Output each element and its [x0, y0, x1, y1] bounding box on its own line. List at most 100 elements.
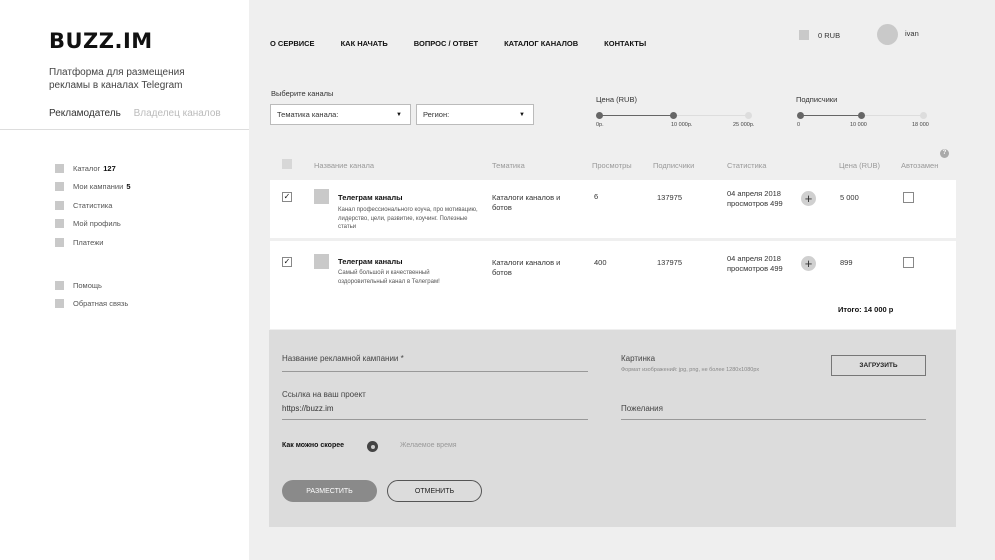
sidebar-item-profile[interactable]: Мой профиль: [55, 215, 130, 234]
channel-description: Канал профессионального коуча, про мотив…: [338, 207, 478, 230]
sidebar-item-payments[interactable]: Платежи: [55, 233, 130, 252]
select-all-checkbox[interactable]: [282, 159, 292, 169]
subscribers-range-label: Подписчики: [796, 95, 838, 104]
nav-how-to-start[interactable]: КАК НАЧАТЬ: [341, 39, 388, 48]
stat-date: 04 апреля 2018: [727, 189, 781, 198]
tick-label: 0: [797, 122, 801, 128]
slider-min-handle[interactable]: [796, 112, 804, 119]
col-subscribers[interactable]: Подписчики: [653, 161, 694, 170]
col-views[interactable]: Просмотры: [592, 161, 632, 170]
channel-subscribers: 137975: [657, 193, 683, 202]
channel-title[interactable]: Телеграм каналы: [338, 193, 403, 202]
channel-topic: Каталоги каналов и ботов: [492, 193, 561, 212]
sidebar-item-label: Мой профиль: [73, 219, 121, 229]
autoreplace-checkbox[interactable]: [903, 192, 914, 203]
asap-option[interactable]: Как можно скорее: [282, 442, 344, 449]
channel-thumbnail: [314, 254, 329, 269]
tick-label: 0р.: [596, 122, 604, 128]
sidebar-item-help[interactable]: Помощь: [55, 276, 128, 295]
image-hint: Формат изображений: jpg, png, не более 1…: [621, 367, 760, 373]
wishes-label: Пожелания: [621, 404, 663, 413]
filter-label: Выберите каналы: [271, 89, 334, 98]
nav-channel-catalog[interactable]: КАТАЛОГ КАНАЛОВ: [504, 39, 578, 48]
price-range-label: Цена (RUB): [596, 95, 637, 104]
divider: [0, 129, 249, 130]
sidebar-item-statistics[interactable]: Статистика: [55, 196, 130, 215]
subscribers-range-slider[interactable]: [796, 112, 927, 120]
channel-title[interactable]: Телеграм каналы: [338, 257, 403, 266]
sidebar-item-label: Статистика: [73, 200, 113, 210]
sidebar-item-campaigns[interactable]: Мои кампании 5: [55, 178, 130, 197]
upload-button[interactable]: ЗАГРУЗИТЬ: [831, 355, 926, 376]
stat-date: 04 апреля 2018: [727, 254, 781, 263]
wishes-input[interactable]: [621, 419, 926, 420]
region-select[interactable]: Регион: ▼: [416, 104, 534, 125]
tab-advertiser[interactable]: Рекламодатель: [49, 108, 121, 119]
avatar: [877, 24, 898, 45]
col-statistics[interactable]: Статистика: [727, 161, 766, 170]
col-name[interactable]: Название канала: [314, 161, 374, 170]
catalog-count: 127: [103, 163, 116, 173]
table-row[interactable]: ✓ Телеграм каналы Самый большой и качест…: [270, 241, 956, 329]
channel-subscribers: 137975: [657, 258, 683, 267]
caret-down-icon: ▼: [519, 111, 525, 118]
channel-thumbnail: [314, 189, 329, 204]
sidebar: BUZZ.IM Платформа для размещения рекламы…: [0, 0, 249, 560]
logo[interactable]: BUZZ.IM: [49, 29, 153, 53]
tick-label: 10 000р.: [671, 122, 693, 128]
help-icon[interactable]: ?: [940, 149, 949, 158]
slider-fill: [800, 115, 862, 116]
sidebar-item-label: Помощь: [73, 280, 102, 290]
channel-price: 5 000: [840, 193, 859, 202]
cancel-button[interactable]: ОТМЕНИТЬ: [387, 480, 482, 502]
timing-radio[interactable]: [367, 441, 378, 452]
channel-views: 400: [594, 258, 607, 267]
place-button[interactable]: РАЗМЕСТИТЬ: [282, 480, 377, 502]
project-link-label: Ссылка на ваш проект: [282, 390, 366, 399]
autoreplace-checkbox[interactable]: [903, 257, 914, 268]
row-checkbox[interactable]: ✓: [282, 257, 292, 267]
desired-time-option[interactable]: Желаемое время: [400, 442, 457, 449]
user-menu[interactable]: ivan: [877, 24, 919, 45]
row-checkbox[interactable]: ✓: [282, 192, 292, 202]
project-link-input[interactable]: https://buzz.im: [282, 404, 334, 413]
sidebar-item-feedback[interactable]: Обратная связь: [55, 295, 128, 314]
role-tabs: Рекламодатель Владелец каналов: [49, 108, 231, 119]
sidebar-item-label: Платежи: [73, 237, 104, 247]
price-range-slider[interactable]: [595, 112, 752, 120]
sidebar-item-catalog[interactable]: Каталог 127: [55, 159, 130, 178]
col-autoreplace[interactable]: Автозамен: [901, 161, 938, 170]
nav-contacts[interactable]: КОНТАКТЫ: [604, 39, 646, 48]
col-price[interactable]: Цена (RUB): [839, 161, 880, 170]
order-total: Итого: 14 000 р: [838, 305, 894, 314]
col-topic[interactable]: Тематика: [492, 161, 525, 170]
tick-label: 25 000р.: [733, 122, 755, 128]
nav-about[interactable]: О СЕРВИСЕ: [270, 39, 315, 48]
feedback-icon: [55, 299, 64, 309]
campaign-form: Название рекламной кампании * Картинка Ф…: [269, 330, 956, 527]
campaign-name-input[interactable]: [282, 371, 588, 372]
tick-label: 18 000: [912, 122, 929, 128]
tagline: Платформа для размещения рекламы в канал…: [49, 67, 185, 91]
wallet-icon: [799, 30, 809, 40]
project-link-underline: [282, 419, 588, 420]
plus-icon[interactable]: +: [801, 256, 816, 271]
theme-select[interactable]: Тематика канала: ▼: [270, 104, 411, 125]
campaigns-count: 5: [126, 182, 131, 192]
nav-faq[interactable]: ВОПРОС / ОТВЕТ: [414, 39, 478, 48]
catalog-icon: [55, 163, 64, 173]
plus-icon[interactable]: +: [801, 191, 816, 206]
table-row[interactable]: ✓ Телеграм каналы Канал профессиональног…: [270, 180, 956, 238]
slider-min-handle[interactable]: [595, 112, 603, 119]
table-header: Название канала Тематика Просмотры Подпи…: [270, 148, 956, 179]
sidebar-item-label: Обратная связь: [73, 299, 129, 309]
slider-max-handle[interactable]: [670, 112, 677, 119]
tick-label: 10 000: [850, 122, 867, 128]
balance[interactable]: 0 RUB: [799, 30, 840, 40]
channel-description: Самый большой и качественный оздоровител…: [338, 270, 440, 285]
channel-statistics: 04 апреля 2018 просмотров 499: [727, 254, 783, 273]
username: ivan: [905, 29, 919, 38]
channel-price: 899: [840, 258, 853, 267]
slider-max-handle[interactable]: [858, 112, 865, 119]
tab-channel-owner[interactable]: Владелец каналов: [134, 108, 221, 119]
